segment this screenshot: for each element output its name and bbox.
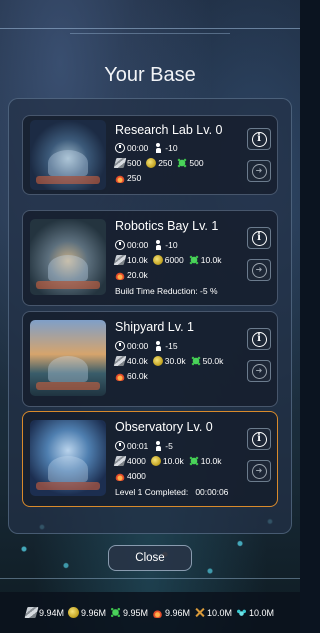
resource-military: 10.0M [194, 607, 232, 618]
info-icon: i [251, 131, 267, 147]
gold-icon [152, 255, 163, 265]
clock-icon [115, 240, 125, 250]
bio-icon [188, 255, 199, 265]
upgrade-button[interactable]: ➜ [247, 460, 271, 482]
info-button[interactable]: i [247, 128, 271, 150]
building-card-shipyard[interactable]: Shipyard Lv. 1 00:00 -15 40.0k 30.0k 50.… [22, 311, 278, 407]
research-lab-image [30, 120, 106, 190]
upgrade-button[interactable]: ➜ [247, 160, 271, 182]
time-workers-row: 00:01 -5 [115, 439, 178, 453]
robotics-bay-image [30, 219, 106, 295]
worker-icon [153, 143, 163, 153]
building-name: Shipyard Lv. 1 [115, 320, 194, 334]
shipyard-image [30, 320, 106, 396]
info-button[interactable]: i [247, 227, 271, 249]
time-workers-row: 00:00 -15 [115, 339, 183, 353]
resource-energy: 9.96M [152, 607, 190, 618]
cost-row: 4000 10.0k 10.0k [113, 454, 227, 468]
building-name: Research Lab Lv. 0 [115, 123, 223, 137]
upgrade-button[interactable]: ➜ [247, 259, 271, 281]
buildings-panel[interactable]: Research Lab Lv. 0 00:00 -10 500 250 500… [8, 98, 292, 534]
bio-icon [177, 158, 188, 168]
energy-row: 60.0k [115, 369, 153, 383]
fire-icon [115, 471, 125, 481]
resource-bar: 9.94M 9.96M 9.95M 9.96M 10.0M 10.0M [0, 592, 300, 633]
metal-icon [113, 456, 127, 466]
energy-row: 20.0k [115, 268, 153, 282]
crystal-icon [236, 607, 248, 618]
gold-icon [67, 607, 79, 618]
info-icon: i [251, 230, 267, 246]
resource-gold: 9.96M [67, 607, 106, 618]
bio-icon [190, 356, 201, 366]
worker-icon [153, 441, 163, 451]
upgrade-icon: ➜ [251, 363, 267, 379]
fire-icon [152, 607, 163, 618]
building-card-robotics-bay[interactable]: Robotics Bay Lv. 1 00:00 -10 10.0k 6000 … [22, 210, 278, 306]
upgrade-icon: ➜ [251, 463, 267, 479]
metal-icon [24, 607, 39, 618]
observatory-image [30, 420, 106, 496]
building-card-research-lab[interactable]: Research Lab Lv. 0 00:00 -10 500 250 500… [22, 115, 278, 195]
building-name: Robotics Bay Lv. 1 [115, 219, 219, 233]
resource-metal: 9.94M [24, 607, 64, 618]
bio-icon [188, 456, 199, 466]
upgrade-button[interactable]: ➜ [247, 360, 271, 382]
gold-icon [150, 456, 161, 466]
fire-icon [115, 270, 125, 280]
cost-row: 40.0k 30.0k 50.0k [113, 354, 228, 368]
close-button[interactable]: Close [108, 545, 192, 571]
gold-icon [152, 356, 163, 366]
resource-bio: 9.95M [109, 607, 148, 618]
info-icon: i [251, 331, 267, 347]
building-name: Observatory Lv. 0 [115, 420, 213, 434]
metal-icon [113, 255, 127, 265]
buildings-list[interactable]: Research Lab Lv. 0 00:00 -10 500 250 500… [22, 99, 278, 533]
construction-status-text: Level 1 Completed: 00:00:06 [115, 487, 229, 497]
upgrade-icon: ➜ [251, 262, 267, 278]
bottom-frame-decoration [0, 578, 300, 592]
metal-icon [113, 158, 127, 168]
clock-icon [115, 441, 125, 451]
cost-row: 500 250 500 [113, 156, 209, 170]
cost-row: 10.0k 6000 10.0k [113, 253, 227, 267]
info-icon: i [251, 431, 267, 447]
page-title: Your Base [104, 64, 196, 86]
info-button[interactable]: i [247, 428, 271, 450]
upgrade-icon: ➜ [251, 163, 267, 179]
metal-icon [113, 356, 127, 366]
building-bonus-text: Build Time Reduction: -5 % [115, 286, 218, 296]
bio-icon [109, 607, 121, 618]
resource-crystal: 10.0M [236, 607, 274, 618]
worker-icon [153, 341, 163, 351]
energy-row: 250 [115, 171, 146, 185]
fire-icon [115, 371, 125, 381]
crossed-swords-icon [194, 607, 205, 618]
top-frame-decoration [0, 28, 300, 42]
info-button[interactable]: i [247, 328, 271, 350]
time-workers-row: 00:00 -10 [115, 141, 183, 155]
time-workers-row: 00:00 -10 [115, 238, 183, 252]
fire-icon [115, 173, 125, 183]
building-card-observatory[interactable]: Observatory Lv. 0 00:01 -5 4000 10.0k 10… [22, 411, 278, 507]
energy-row: 4000 [115, 469, 151, 483]
clock-icon [115, 341, 125, 351]
gold-icon [146, 158, 157, 168]
worker-icon [153, 240, 163, 250]
clock-icon [115, 143, 125, 153]
